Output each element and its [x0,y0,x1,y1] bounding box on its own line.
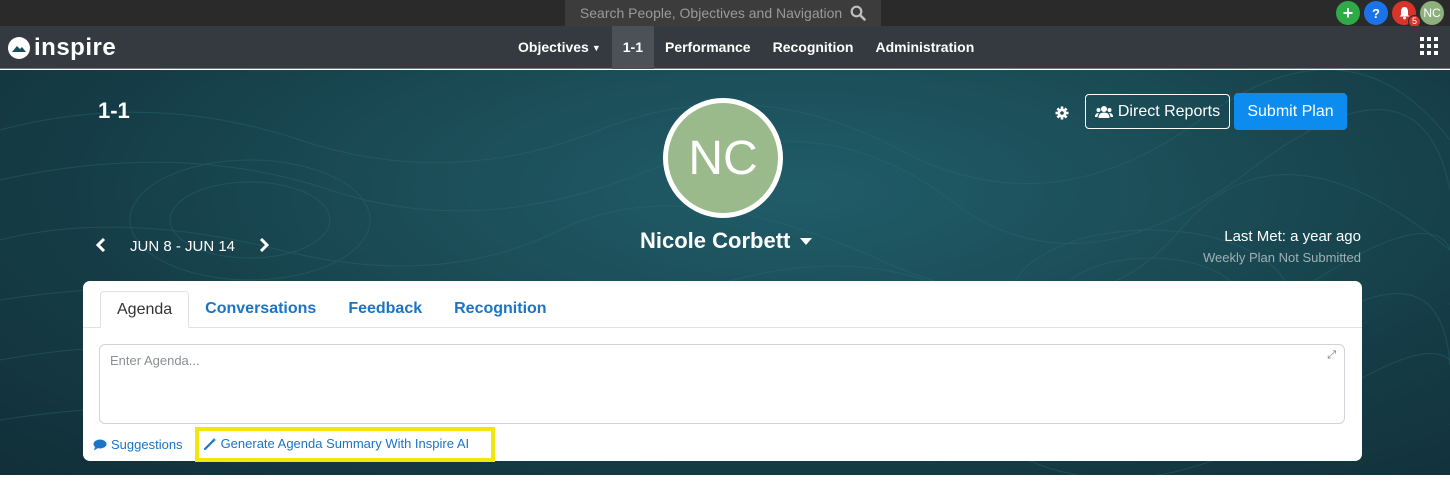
nav-links: Objectives ▼ 1-1 Performance Recognition … [507,26,985,69]
tab-feedback[interactable]: Feedback [332,291,438,328]
nav-item-administration[interactable]: Administration [864,26,985,69]
direct-reports-label: Direct Reports [1117,102,1221,120]
main-navbar: inspire Objectives ▼ 1-1 Performance Reco… [0,26,1450,69]
person-avatar: NC [663,98,783,218]
global-search-input[interactable]: Search People, Objectives and Navigation [565,0,881,26]
agenda-input[interactable]: Enter Agenda... ⤢ [99,344,1345,424]
brand-name: inspire [34,34,117,61]
date-range: JUN 8 - JUN 14 [130,238,236,255]
app-grid-icon[interactable] [1420,37,1438,55]
suggestions-link[interactable]: Suggestions [93,437,183,452]
submit-plan-button[interactable]: Submit Plan [1234,93,1347,130]
tab-conversations[interactable]: Conversations [189,291,332,328]
agenda-actions: Suggestions Generate Agenda Summary With… [93,427,496,462]
direct-reports-button[interactable]: Direct Reports [1085,94,1230,129]
help-icon[interactable]: ? [1364,1,1388,25]
tab-recognition[interactable]: Recognition [438,291,562,328]
nav-item-objectives[interactable]: Objectives ▼ [507,26,612,69]
plan-status-text: Weekly Plan Not Submitted [1203,250,1361,265]
nav-item-1-1[interactable]: 1-1 [611,26,654,69]
search-icon [850,5,866,21]
nav-item-label: Objectives [518,39,589,55]
chevron-left-icon[interactable] [95,236,106,257]
expand-icon[interactable]: ⤢ [1327,349,1336,362]
comment-icon [93,439,107,450]
gear-icon[interactable] [1055,106,1069,125]
caret-down-icon [800,237,813,245]
top-bar: Search People, Objectives and Navigation… [0,0,1450,28]
generate-ai-summary-label: Generate Agenda Summary With Inspire AI [220,436,470,451]
suggestions-label: Suggestions [111,437,183,452]
tab-agenda[interactable]: Agenda [100,291,190,328]
week-navigator: JUN 8 - JUN 14 [95,236,270,257]
user-avatar[interactable]: NC [1420,1,1444,25]
mountain-logo-icon [8,37,30,59]
add-icon[interactable]: + [1336,1,1360,25]
page-title: 1-1 [98,98,130,123]
caret-down-icon: ▼ [591,43,601,53]
agenda-placeholder: Enter Agenda... [110,353,200,368]
top-icon-group: + ? 5 NC [1336,1,1444,28]
notification-bell-icon[interactable]: 5 [1392,1,1421,28]
brand-logo[interactable]: inspire [8,34,116,62]
agenda-card: Agenda Conversations Feedback Recognitio… [83,281,1362,462]
magic-wand-icon [203,437,217,450]
search-placeholder: Search People, Objectives and Navigation [579,5,843,21]
nav-item-performance[interactable]: Performance [654,26,762,69]
person-name: Nicole Corbett [640,228,791,253]
last-met-text: Last Met: a year ago [1224,228,1361,245]
nav-item-recognition[interactable]: Recognition [762,26,865,69]
chevron-right-icon[interactable] [259,236,270,257]
generate-ai-summary-link[interactable]: Generate Agenda Summary With Inspire AI [194,427,496,462]
users-icon [1094,105,1113,118]
card-tabs: Agenda Conversations Feedback Recognitio… [83,281,1362,328]
person-selector[interactable]: Nicole Corbett [640,228,813,254]
